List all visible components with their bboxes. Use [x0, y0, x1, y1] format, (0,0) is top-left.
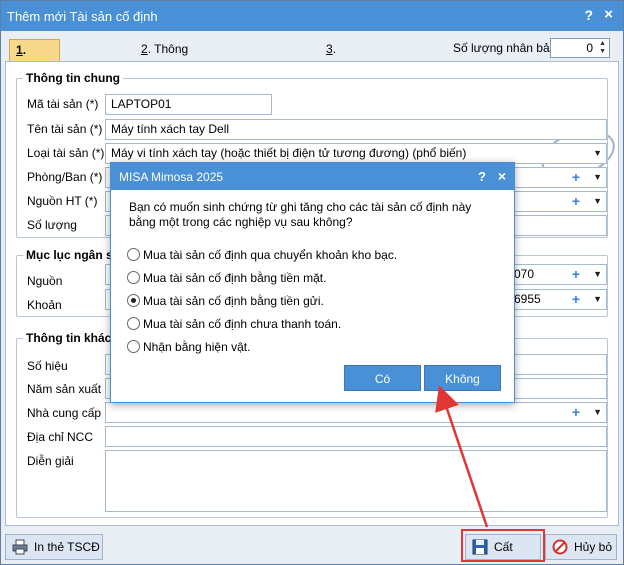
other-group-title: Thông tin khác — [23, 331, 115, 345]
add-icon[interactable]: + — [572, 192, 580, 211]
asset-name-input[interactable]: Máy tính xách tay Dell — [105, 119, 607, 140]
add-icon[interactable]: + — [572, 265, 580, 284]
dialog-close-icon[interactable]: × — [498, 168, 506, 184]
radio-button[interactable] — [127, 340, 140, 353]
chevron-down-icon[interactable]: ▼ — [593, 168, 602, 187]
asset-type-label: Loại tài sản (*) — [27, 146, 105, 160]
radio-button[interactable] — [127, 317, 140, 330]
asset-name-label: Tên tài sản (*) — [27, 122, 103, 136]
radio-button[interactable] — [127, 248, 140, 261]
tab-accessories[interactable]: 3. Phụ tùng kèm theo — [320, 39, 355, 140]
general-group-title: Thông tin chung — [23, 71, 123, 85]
clone-count-label: Số lượng nhân bản — [453, 41, 557, 55]
option-in-kind[interactable]: Nhận bằng hiện vật. — [127, 340, 250, 354]
print-card-button[interactable]: In thẻ TSCĐ — [5, 534, 103, 560]
chevron-down-icon[interactable]: ▼ — [593, 290, 602, 309]
supplier-address-input[interactable] — [105, 426, 607, 447]
year-label: Năm sản xuất — [27, 382, 102, 396]
asset-code-input[interactable]: LAPTOP01 — [105, 94, 272, 115]
tab-general[interactable]: 1. Thông tin chung — [9, 39, 60, 120]
add-icon[interactable]: + — [572, 403, 580, 422]
spin-arrows-icon[interactable]: ▲ ▼ — [599, 40, 606, 56]
yes-button[interactable]: Có — [344, 365, 421, 391]
supplier-select[interactable]: + ▼ — [105, 402, 607, 423]
department-label: Phòng/Ban (*) — [27, 170, 103, 184]
help-icon[interactable]: ? — [584, 7, 593, 23]
add-icon[interactable]: + — [572, 168, 580, 187]
chevron-down-icon[interactable]: ▼ — [593, 403, 602, 422]
option-cash[interactable]: Mua tài sản cố định bằng tiền mặt. — [127, 271, 326, 285]
dialog-title-bar: MISA Mimosa 2025 ? × — [111, 163, 514, 190]
asset-type-select[interactable]: Máy vi tính xách tay (hoặc thiết bị điện… — [105, 143, 607, 164]
budget-item-label: Khoản — [27, 298, 62, 312]
radio-button-selected[interactable] — [127, 294, 140, 307]
option-unpaid[interactable]: Mua tài sản cố định chưa thanh toán. — [127, 317, 341, 331]
printer-icon — [12, 539, 28, 555]
dialog-title: MISA Mimosa 2025 — [119, 170, 224, 184]
chevron-down-icon[interactable]: ▼ — [593, 192, 602, 211]
add-icon[interactable]: + — [572, 290, 580, 309]
chevron-down-icon[interactable]: ▼ — [593, 265, 602, 284]
asset-code-label: Mã tài sản (*) — [27, 97, 99, 111]
confirm-dialog: MISA Mimosa 2025 ? × Bạn có muốn sinh ch… — [110, 162, 515, 403]
quantity-label: Số lượng — [27, 218, 77, 232]
dialog-help-icon[interactable]: ? — [478, 169, 486, 184]
option-deposit[interactable]: Mua tài sản cố định bằng tiền gửi. — [127, 294, 324, 308]
window-title: Thêm mới Tài sản cố định — [7, 9, 158, 24]
save-highlight-box — [461, 529, 545, 562]
cancel-button[interactable]: Hủy bỏ — [545, 534, 617, 560]
tab-depreciation[interactable]: 2. Thông tin hao mòn/khấu hao — [135, 39, 200, 119]
description-label: Diễn giải — [27, 454, 74, 468]
close-icon[interactable]: × — [604, 6, 613, 23]
source-label: Nguồn HT (*) — [27, 194, 98, 208]
title-bar: Thêm mới Tài sản cố định ? × — [1, 1, 623, 31]
cancel-icon — [552, 539, 568, 555]
budget-source-label: Nguồn — [27, 274, 63, 288]
option-treasury-transfer[interactable]: Mua tài sản cố định qua chuyển khoản kho… — [127, 248, 397, 262]
supplier-label: Nhà cung cấp — [27, 406, 102, 420]
radio-button[interactable] — [127, 271, 140, 284]
chevron-down-icon[interactable]: ▼ — [593, 144, 602, 163]
serial-label: Số hiệu — [27, 359, 68, 373]
description-textarea[interactable] — [105, 450, 607, 512]
budget-group-title: Mục lục ngân sá — [23, 248, 123, 262]
no-button[interactable]: Không — [424, 365, 501, 391]
dialog-message: Bạn có muốn sinh chứng từ ghi tăng cho c… — [129, 200, 472, 229]
clone-count-stepper[interactable]: 0 ▲ ▼ — [550, 38, 610, 58]
supplier-address-label: Địa chỉ NCC — [27, 430, 94, 444]
